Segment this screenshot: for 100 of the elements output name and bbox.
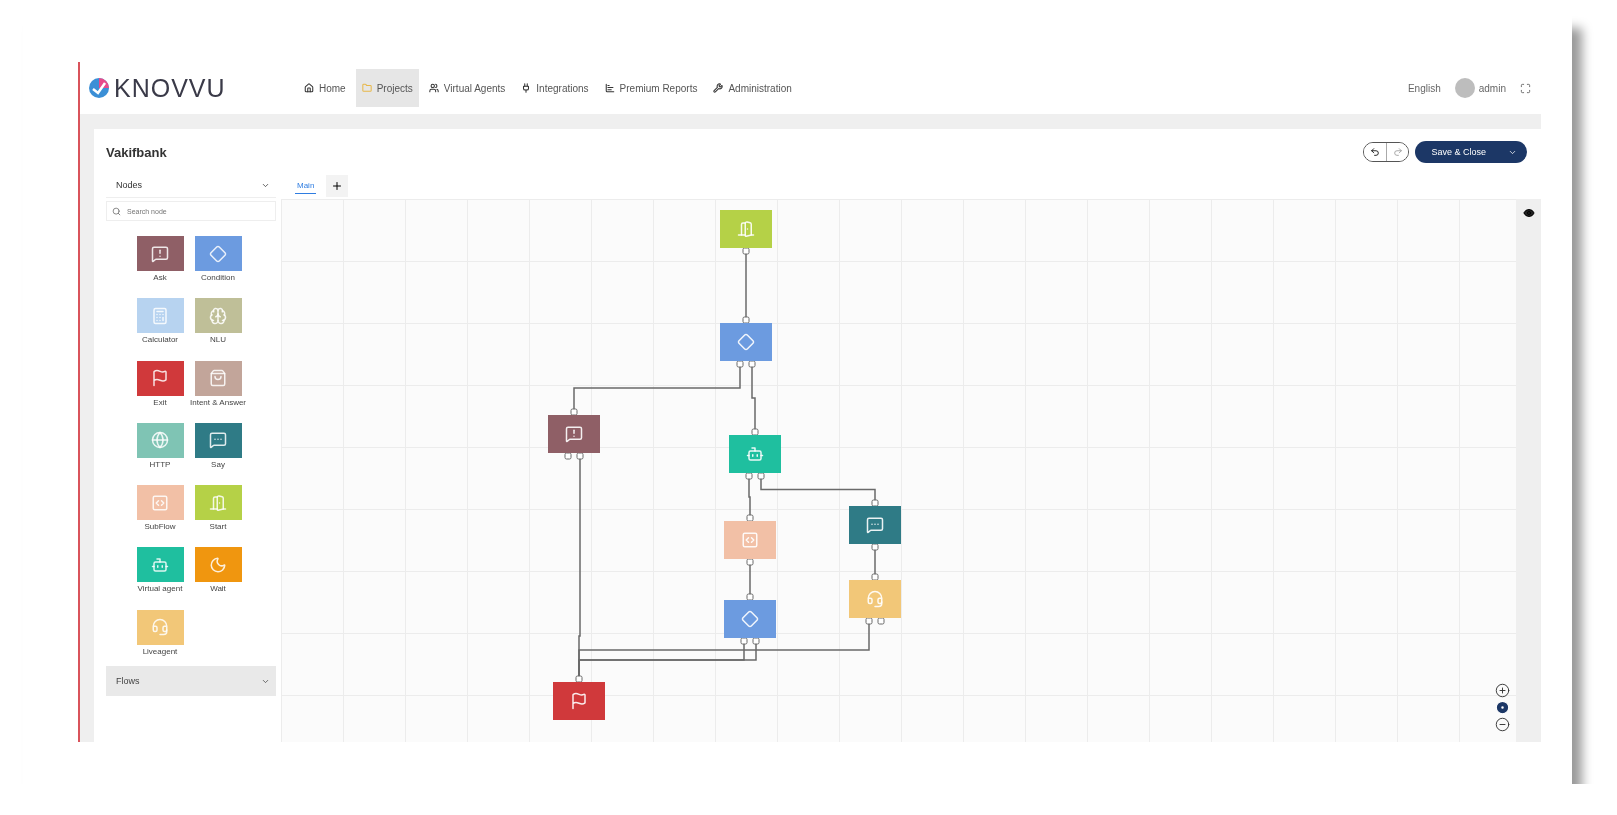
user-name[interactable]: admin (1478, 82, 1506, 94)
brain-icon (209, 306, 227, 325)
flag-icon (570, 692, 588, 710)
zoom-reset-button[interactable] (1495, 700, 1510, 715)
search-icon (112, 207, 121, 216)
node-label: HTTP (149, 459, 171, 469)
connector-port[interactable] (751, 428, 759, 436)
connector-port[interactable] (746, 514, 754, 522)
connector-line (749, 564, 751, 595)
connector-line (745, 253, 747, 318)
node-tile[interactable] (136, 485, 184, 521)
connector-port[interactable] (570, 408, 578, 416)
add-tab-button[interactable] (326, 175, 349, 197)
node-label: Start (209, 522, 227, 532)
connector-line (748, 478, 751, 516)
node-tile[interactable] (194, 236, 242, 271)
language-selector[interactable]: English (1407, 82, 1441, 94)
chat-bubble-icon (209, 431, 227, 450)
connector-port[interactable] (742, 316, 750, 324)
node-tile[interactable] (136, 422, 184, 458)
redo-icon (1392, 147, 1403, 157)
bag-icon (209, 369, 227, 388)
connector-line (751, 366, 756, 430)
users-icon (428, 83, 439, 93)
plug-icon (521, 83, 532, 93)
node-tile[interactable] (136, 609, 184, 645)
connector-port[interactable] (746, 593, 754, 601)
bar-chart-icon (604, 83, 615, 93)
code-square-icon (741, 531, 759, 549)
connector-port[interactable] (575, 675, 583, 683)
flow-node[interactable] (724, 600, 776, 638)
fullscreen-icon[interactable] (1520, 82, 1531, 94)
node-tile[interactable] (136, 236, 184, 271)
node-label: Exit (153, 397, 167, 407)
flow-node[interactable] (849, 506, 901, 544)
chat-bubble-icon (866, 516, 884, 534)
zoom-out-button[interactable] (1495, 717, 1510, 732)
nav-item[interactable]: Projects (355, 69, 419, 107)
nav-item[interactable]: Administration (707, 69, 798, 107)
wrench-icon (713, 83, 724, 93)
diamond-icon (737, 333, 755, 351)
nav-item[interactable]: Integrations (515, 69, 595, 107)
node-label: NLU (210, 335, 226, 345)
door-icon (209, 493, 227, 512)
node-tile[interactable] (194, 485, 242, 521)
zoom-in-icon (1495, 683, 1510, 698)
alert-message-icon (151, 244, 169, 263)
center-icon (1495, 700, 1510, 715)
undo-icon (1370, 147, 1381, 157)
node-label: Condition (201, 273, 235, 282)
node-tile[interactable] (136, 547, 184, 583)
flow-node[interactable] (729, 435, 781, 473)
connector-port[interactable] (871, 573, 879, 581)
nav-item[interactable]: Home (298, 69, 352, 107)
node-label: Calculator (142, 335, 178, 345)
connector-port[interactable] (746, 558, 754, 566)
node-tile[interactable] (136, 298, 184, 334)
flow-node[interactable] (720, 210, 772, 248)
folder-icon (361, 83, 372, 93)
nav-item[interactable]: Virtual Agents (422, 69, 512, 107)
code-square-icon (151, 493, 169, 512)
node-tile[interactable] (194, 360, 242, 396)
node-label: Intent & Answer (190, 397, 246, 407)
flow-node[interactable] (553, 682, 605, 720)
headset-icon (866, 590, 884, 608)
zoom-out-icon (1495, 717, 1510, 732)
alert-message-icon (565, 425, 583, 443)
flow-node[interactable] (548, 415, 600, 453)
flow-node[interactable] (849, 580, 901, 618)
node-tile[interactable] (136, 360, 184, 396)
door-icon (737, 220, 755, 238)
node-tile[interactable] (194, 547, 242, 583)
connector-port[interactable] (742, 247, 750, 255)
connector-port[interactable] (871, 543, 879, 551)
connector-port[interactable] (871, 499, 879, 507)
node-tile[interactable] (194, 422, 242, 458)
node-tile[interactable] (194, 298, 242, 334)
globe-icon (151, 431, 169, 450)
nodes-dropdown[interactable]: Nodes (106, 173, 276, 198)
eye-icon[interactable] (1522, 207, 1535, 219)
flow-node[interactable] (720, 323, 772, 361)
moon-icon (209, 555, 227, 574)
flow-tab[interactable]: Main (295, 178, 317, 194)
robot-icon (746, 445, 764, 463)
project-title: Vakifbank (106, 144, 167, 160)
save-close-button[interactable]: Save & Close (1415, 141, 1527, 163)
logo-text: KNOVVU (114, 73, 226, 103)
plus-icon (331, 180, 344, 192)
robot-icon (151, 555, 169, 574)
flows-dropdown[interactable]: Flows (106, 666, 276, 696)
headset-icon (151, 618, 169, 637)
flag-icon (151, 369, 169, 388)
connector-line (874, 549, 876, 575)
flow-node[interactable] (724, 521, 776, 559)
node-label: Wait (210, 584, 226, 594)
house-icon (304, 83, 314, 93)
zoom-in-button[interactable] (1495, 683, 1510, 698)
diamond-icon (209, 244, 227, 263)
redo-button[interactable] (1386, 143, 1409, 161)
nav-item[interactable]: Premium Reports (598, 69, 704, 107)
